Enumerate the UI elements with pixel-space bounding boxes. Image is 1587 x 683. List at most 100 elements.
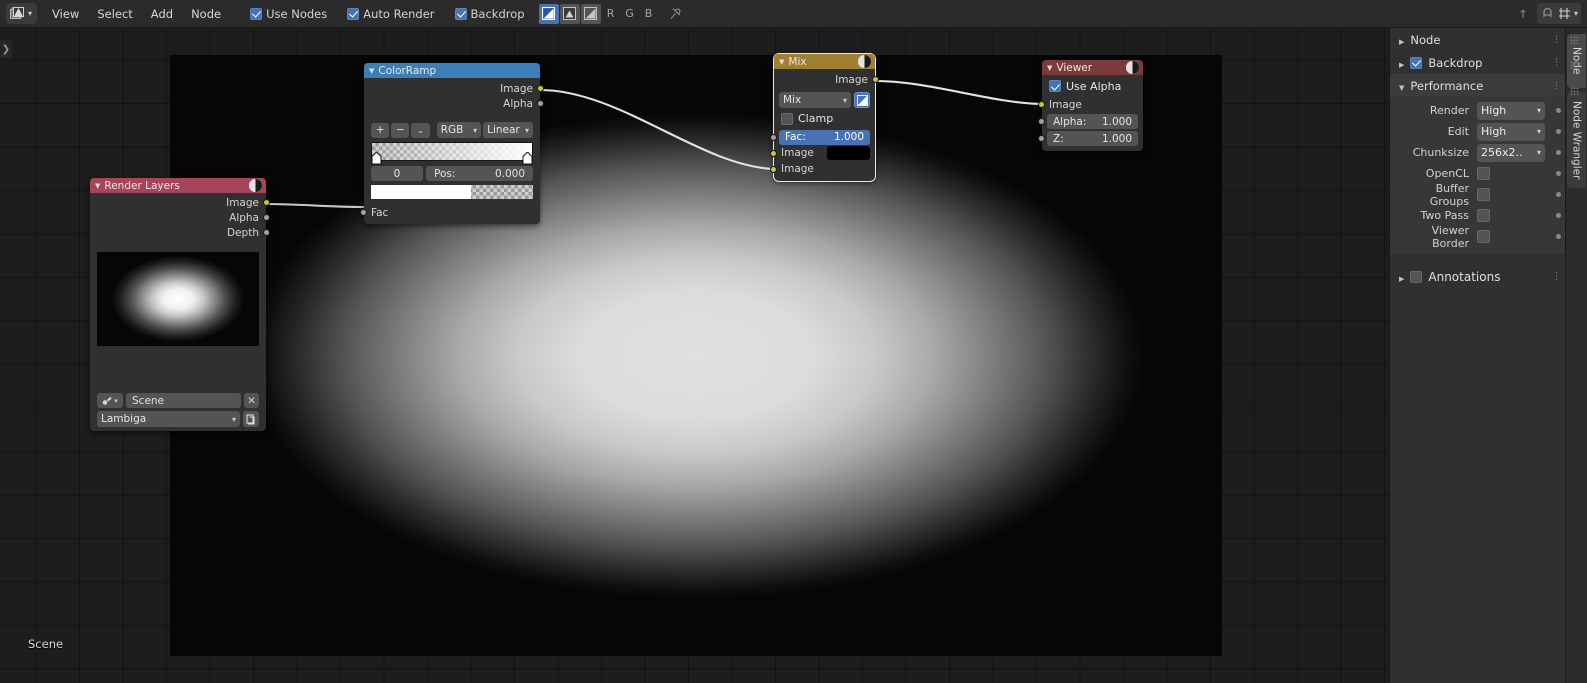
panel-node[interactable]: Node ⋮ — [1390, 28, 1565, 51]
panel-annotations[interactable]: Annotations ⋮ — [1390, 265, 1565, 288]
use-alpha-row[interactable]: Use Alpha — [1049, 79, 1138, 93]
menu-node[interactable]: Node — [182, 4, 230, 24]
editor-type-dropdown[interactable]: ▾ — [6, 3, 38, 24]
annotations-checkbox[interactable] — [1410, 270, 1423, 283]
chevron-down-icon[interactable] — [1399, 79, 1404, 93]
chunksize-dropdown[interactable]: 256x2.. ▾ — [1477, 143, 1545, 162]
socket-alpha-out[interactable] — [263, 214, 270, 221]
socket-fac-in[interactable] — [360, 209, 367, 216]
blue-channel-button[interactable]: B — [640, 4, 658, 24]
red-channel-button[interactable]: R — [602, 4, 620, 24]
buffer-groups-checkbox[interactable] — [1477, 188, 1490, 201]
socket-depth-out[interactable] — [263, 229, 270, 236]
menu-add[interactable]: Add — [142, 4, 182, 24]
panel-drag-dots[interactable]: ⋮ — [1552, 272, 1561, 282]
color-button[interactable] — [559, 3, 580, 24]
colorramp-stop-left[interactable] — [371, 151, 382, 165]
socket-image2-in[interactable] — [770, 165, 777, 173]
colorramp-index-field[interactable]: 0 — [371, 166, 423, 181]
scene-selector-row[interactable]: ▾ Scene ✕ — [97, 393, 259, 408]
input-image-1[interactable]: Image — [770, 145, 875, 161]
colorramp-stop-right[interactable] — [522, 151, 533, 165]
tab-node-wrangler[interactable]: Node Wrangler — [1567, 92, 1586, 188]
socket-alpha-in[interactable] — [1038, 118, 1045, 125]
color-mode-dropdown[interactable]: RGB ▾ — [436, 122, 482, 138]
clamp-row[interactable]: Clamp — [781, 111, 870, 126]
node-preview-toggle-icon[interactable] — [858, 55, 871, 68]
scene-clear-button[interactable]: ✕ — [244, 393, 259, 408]
chevron-right-icon[interactable] — [1399, 270, 1404, 284]
socket-image1-in[interactable] — [770, 149, 777, 157]
scene-browse-button[interactable]: ▾ — [97, 393, 123, 408]
green-channel-button[interactable]: G — [621, 4, 639, 24]
view-layer-row[interactable]: Lambiga ▾ — [97, 411, 259, 427]
output-image[interactable]: Image — [774, 72, 879, 87]
use-nodes-toggle[interactable]: Use Nodes — [244, 4, 333, 24]
fac-slider[interactable]: Fac: 1.000 — [779, 129, 870, 145]
backdrop-panel-checkbox[interactable] — [1410, 56, 1423, 69]
panel-drag-dots[interactable]: ⋮ — [1552, 35, 1561, 45]
animate-property-dot[interactable] — [1556, 108, 1561, 113]
colorramp-pos-field[interactable]: Pos: 0.000 — [426, 166, 533, 181]
colorramp-gradient-widget[interactable] — [371, 142, 533, 165]
use-alpha-checkbox[interactable] — [1049, 80, 1061, 92]
auto-render-checkbox[interactable] — [347, 7, 360, 20]
collapse-triangle-icon[interactable]: ▼ — [95, 182, 100, 190]
input-fac[interactable]: Fac — [360, 205, 540, 220]
collapse-triangle-icon[interactable]: ▼ — [779, 58, 784, 66]
output-alpha[interactable]: Alpha — [364, 96, 544, 111]
alpha-button[interactable] — [580, 3, 601, 24]
input-z[interactable]: Z: 1.000 — [1038, 130, 1143, 147]
input-alpha[interactable]: Alpha: 1.000 — [1038, 113, 1143, 130]
proportional-edit-icon[interactable] — [1515, 3, 1537, 24]
interpolation-dropdown[interactable]: Linear ▾ — [483, 122, 533, 138]
chevron-right-icon[interactable] — [1399, 33, 1404, 47]
panel-backdrop[interactable]: Backdrop ⋮ — [1390, 51, 1565, 74]
node-colorramp-header[interactable]: ▼ ColorRamp — [364, 63, 540, 78]
node-mix-header[interactable]: ▼ Mix — [774, 54, 875, 69]
panel-drag-dots[interactable]: ⋮ — [1552, 81, 1561, 91]
add-stop-button[interactable]: + — [371, 122, 390, 138]
colorramp-menu-button[interactable]: ⌄ — [411, 122, 430, 138]
snap-settings[interactable]: ▾ — [1536, 3, 1581, 24]
animate-property-dot[interactable] — [1556, 192, 1561, 197]
two-pass-checkbox[interactable] — [1477, 209, 1490, 222]
view-layer-dropdown[interactable]: Lambiga ▾ — [97, 411, 240, 427]
colorramp-color-swatch[interactable] — [371, 185, 533, 199]
output-image[interactable]: Image — [90, 195, 270, 210]
node-viewer[interactable]: ▼ Viewer Use Alpha Image Alpha: 1.000 Z:… — [1038, 60, 1143, 151]
alpha-over-icon[interactable] — [854, 92, 870, 108]
input-fac[interactable]: Fac: 1.000 — [770, 129, 875, 145]
socket-image-out[interactable] — [263, 199, 270, 206]
socket-fac-in[interactable] — [770, 133, 777, 141]
node-render-layers[interactable]: ▼ Render Layers Image Alpha Depth ▾ Scen… — [90, 178, 270, 431]
menu-view[interactable]: View — [43, 4, 88, 24]
z-slider[interactable]: Z: 1.000 — [1047, 131, 1138, 146]
node-colorramp[interactable]: ▼ ColorRamp Image Alpha + − ⌄ RGB ▾ Line… — [360, 63, 544, 224]
collapse-triangle-icon[interactable]: ▼ — [369, 67, 374, 75]
toolbar-expand-arrow[interactable]: ❯ — [0, 40, 12, 58]
auto-render-toggle[interactable]: Auto Render — [341, 4, 440, 24]
animate-property-dot[interactable] — [1556, 150, 1561, 155]
clamp-checkbox[interactable] — [781, 112, 793, 125]
render-quality-dropdown[interactable]: High ▾ — [1477, 101, 1545, 120]
input-image[interactable]: Image — [1038, 96, 1143, 113]
animate-property-dot[interactable] — [1556, 213, 1561, 218]
socket-image-in[interactable] — [1038, 101, 1045, 108]
node-viewer-header[interactable]: ▼ Viewer — [1042, 60, 1143, 75]
node-preview-toggle-icon[interactable] — [249, 179, 262, 192]
animate-property-dot[interactable] — [1556, 171, 1561, 176]
input-image-2[interactable]: Image — [770, 161, 875, 177]
viewer-border-checkbox[interactable] — [1477, 230, 1490, 243]
image1-color-swatch[interactable] — [827, 146, 870, 160]
pin-icon[interactable] — [667, 4, 685, 24]
color-and-alpha-button[interactable] — [538, 3, 559, 24]
animate-property-dot[interactable] — [1556, 234, 1561, 239]
output-depth[interactable]: Depth — [90, 225, 270, 240]
use-nodes-checkbox[interactable] — [250, 7, 263, 20]
socket-z-in[interactable] — [1038, 135, 1045, 142]
chevron-right-icon[interactable] — [1399, 56, 1404, 70]
socket-image-out[interactable] — [537, 85, 544, 92]
node-preview-toggle-icon[interactable] — [1126, 61, 1139, 74]
node-render-layers-header[interactable]: ▼ Render Layers — [90, 178, 266, 193]
